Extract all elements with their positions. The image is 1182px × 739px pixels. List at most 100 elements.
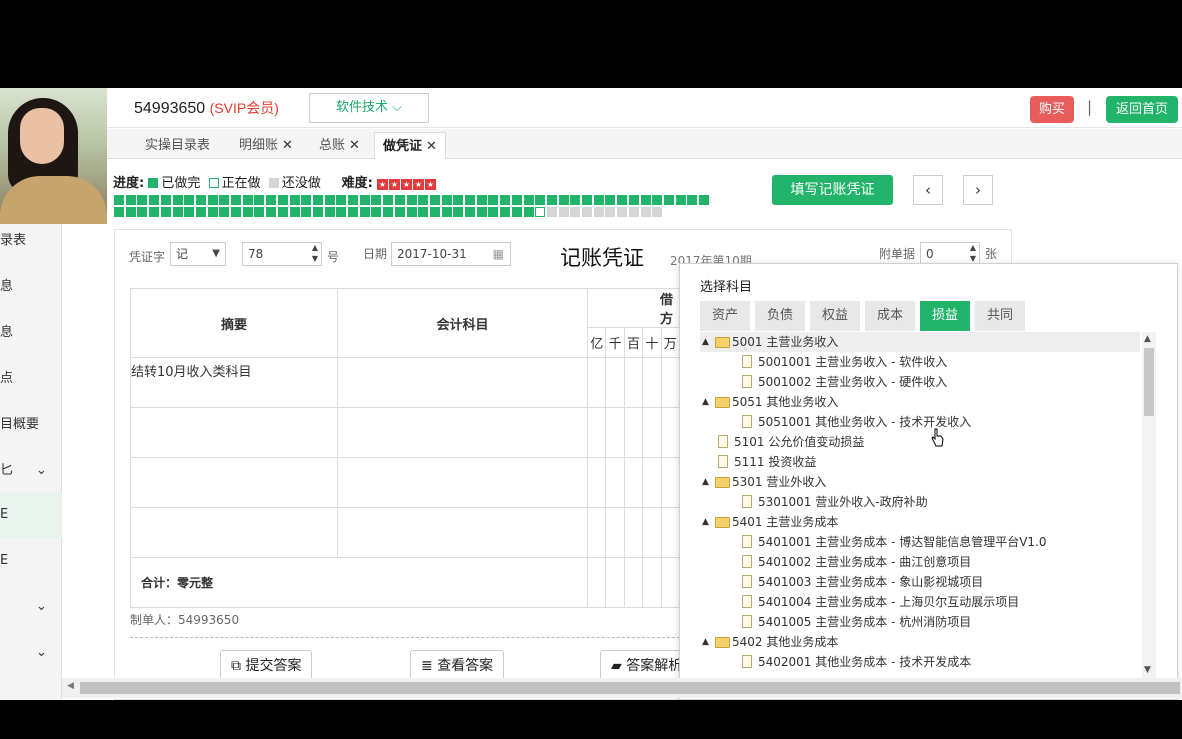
- close-icon[interactable]: ✕: [282, 138, 293, 153]
- tree-node[interactable]: ▲ 5301 营业外收入: [700, 472, 1140, 492]
- progress-cell[interactable]: [207, 195, 218, 205]
- tree-node[interactable]: 5401004 主营业务成本 - 上海贝尔互动展示项目: [700, 592, 1140, 612]
- progress-cell[interactable]: [429, 195, 440, 205]
- tree-node[interactable]: 5051001 其他业务收入 - 技术开发收入: [700, 412, 1140, 432]
- progress-cell[interactable]: [570, 207, 581, 217]
- progress-cell[interactable]: [371, 195, 382, 205]
- account-cell[interactable]: [337, 357, 588, 408]
- scroll-thumb[interactable]: [80, 682, 1180, 694]
- tab-common[interactable]: 共同: [975, 301, 1025, 331]
- progress-cell[interactable]: [699, 195, 709, 205]
- calendar-icon[interactable]: ▦: [493, 243, 504, 265]
- progress-cell[interactable]: [219, 195, 230, 205]
- progress-cell[interactable]: [605, 195, 616, 205]
- progress-cell[interactable]: [605, 207, 616, 217]
- progress-cell[interactable]: [231, 207, 241, 217]
- progress-cell[interactable]: [301, 195, 312, 205]
- tree-node[interactable]: ▲ 5051 其他业务收入: [700, 392, 1140, 412]
- tree-node[interactable]: 5111 投资收益: [700, 452, 1140, 472]
- tree-node[interactable]: 5401002 主营业务成本 - 曲江创意项目: [700, 552, 1140, 572]
- progress-cell[interactable]: [476, 207, 487, 217]
- progress-cell[interactable]: [453, 207, 464, 217]
- progress-cell[interactable]: [675, 195, 686, 205]
- progress-cell[interactable]: [617, 195, 628, 205]
- expand-toggle-icon[interactable]: ▲: [702, 632, 709, 652]
- scroll-down-icon[interactable]: ▼: [1144, 665, 1151, 675]
- progress-cell[interactable]: [418, 195, 429, 205]
- home-button[interactable]: 返回首页: [1106, 96, 1178, 123]
- summary-cell[interactable]: 结转10月收入类科目: [130, 357, 338, 408]
- prev-button[interactable]: ‹: [913, 175, 943, 205]
- tree-node[interactable]: ▲ 5402 其他业务成本: [700, 632, 1140, 652]
- progress-cell[interactable]: [593, 207, 604, 217]
- progress-cell[interactable]: [546, 195, 557, 205]
- progress-cell[interactable]: [511, 207, 522, 217]
- tree-node[interactable]: 5001001 主营业务收入 - 软件收入: [700, 352, 1140, 372]
- progress-cell[interactable]: [406, 207, 417, 217]
- progress-cell[interactable]: [348, 195, 358, 205]
- progress-cell[interactable]: [160, 207, 171, 217]
- scroll-left-icon[interactable]: ◀: [67, 681, 74, 691]
- tab-profit-loss[interactable]: 损益: [920, 301, 970, 331]
- expand-toggle-icon[interactable]: ▲: [702, 392, 709, 412]
- progress-cell[interactable]: [558, 195, 569, 205]
- tree-node[interactable]: 5301001 营业外收入-政府补助: [700, 492, 1140, 512]
- progress-cell[interactable]: [511, 195, 522, 205]
- tab-catalog[interactable]: 实操目录表: [137, 132, 218, 159]
- date-input[interactable]: 2017-10-31 ▦: [391, 242, 511, 266]
- progress-cell[interactable]: [488, 195, 499, 205]
- progress-cell[interactable]: [535, 195, 546, 205]
- progress-cell[interactable]: [195, 195, 206, 205]
- close-icon[interactable]: ✕: [426, 139, 437, 154]
- scroll-up-icon[interactable]: ▲: [1144, 334, 1151, 344]
- summary-cell[interactable]: [130, 507, 338, 558]
- summary-cell[interactable]: [130, 457, 338, 508]
- sidebar-item[interactable]: 匕 ⌄: [0, 456, 62, 486]
- progress-cell[interactable]: [687, 195, 698, 205]
- sidebar-item[interactable]: 点: [0, 364, 62, 394]
- next-button[interactable]: ›: [963, 175, 993, 205]
- progress-cell[interactable]: [558, 207, 569, 217]
- close-icon[interactable]: ✕: [349, 138, 360, 153]
- tree-node[interactable]: ▲ 5001 主营业务收入: [700, 332, 1140, 352]
- sidebar-item[interactable]: 息: [0, 272, 62, 302]
- progress-cell[interactable]: [640, 207, 651, 217]
- tree-scrollbar[interactable]: ▲ ▼: [1142, 332, 1156, 678]
- account-cell[interactable]: [337, 457, 588, 508]
- voucher-type-select[interactable]: 记 ▼: [170, 242, 226, 266]
- progress-cell[interactable]: [359, 207, 370, 217]
- sidebar-item-active[interactable]: E: [0, 492, 62, 538]
- progress-cell[interactable]: [114, 195, 124, 205]
- progress-cell[interactable]: [137, 195, 148, 205]
- progress-cell[interactable]: [593, 195, 604, 205]
- progress-cell[interactable]: [266, 195, 277, 205]
- progress-cell[interactable]: [172, 195, 183, 205]
- progress-cell[interactable]: [500, 207, 511, 217]
- account-cell[interactable]: [337, 407, 588, 458]
- progress-cell[interactable]: [242, 195, 253, 205]
- progress-cell[interactable]: [312, 207, 323, 217]
- summary-cell[interactable]: [130, 407, 338, 458]
- progress-cell[interactable]: [184, 207, 195, 217]
- sidebar-expander[interactable]: ⌄: [0, 638, 62, 668]
- progress-cell[interactable]: [254, 195, 265, 205]
- progress-cell[interactable]: [582, 207, 592, 217]
- tab-detail-ledger[interactable]: 明细账 ✕: [231, 132, 301, 159]
- progress-cell[interactable]: [324, 207, 335, 217]
- tree-node[interactable]: 5001002 主营业务收入 - 硬件收入: [700, 372, 1140, 392]
- tab-make-voucher[interactable]: 做凭证 ✕: [374, 132, 446, 159]
- progress-cell[interactable]: [125, 195, 136, 205]
- progress-cell[interactable]: [476, 195, 487, 205]
- tab-general-ledger[interactable]: 总账 ✕: [311, 132, 368, 159]
- progress-cell[interactable]: [266, 207, 277, 217]
- progress-cell[interactable]: [336, 207, 347, 217]
- stepper-icon[interactable]: ▲ ▼: [312, 242, 318, 264]
- progress-cell[interactable]: [219, 207, 230, 217]
- fill-voucher-button[interactable]: 填写记账凭证: [772, 175, 893, 205]
- progress-cell[interactable]: [137, 207, 148, 217]
- progress-cell[interactable]: [500, 195, 511, 205]
- sidebar-item[interactable]: 息: [0, 318, 62, 348]
- progress-cell[interactable]: [301, 207, 312, 217]
- progress-cell[interactable]: [254, 207, 265, 217]
- progress-cell[interactable]: [383, 207, 394, 217]
